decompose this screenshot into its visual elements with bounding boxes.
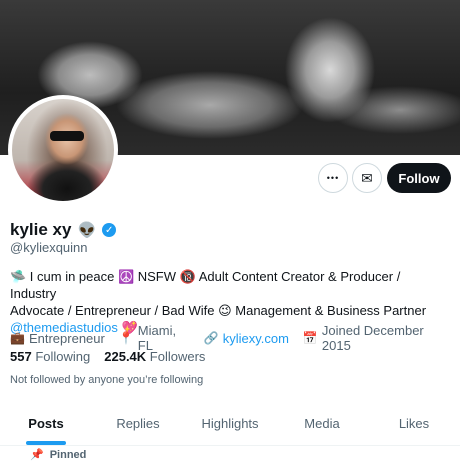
link-icon: 🔗	[203, 331, 219, 345]
category-label: Entrepreneur	[28, 330, 105, 346]
display-name: kylie xy	[10, 220, 72, 239]
following-link[interactable]: 557 Following	[10, 349, 90, 364]
tab-media[interactable]: Media	[276, 405, 368, 445]
profile-tabs: Posts Replies Highlights Media Likes	[0, 405, 460, 446]
sunglasses	[50, 131, 84, 141]
calendar-icon: 📅	[302, 331, 318, 345]
tab-replies[interactable]: Replies	[92, 405, 184, 445]
joined-label: Joined December 2015	[321, 323, 424, 353]
follow-stats: 557 Following 225.4K Followers	[10, 349, 205, 364]
tab-highlights[interactable]: Highlights	[184, 405, 276, 445]
joined-item: 📅 Joined December 2015	[303, 323, 446, 353]
category-item: 💼 Entrepreneur	[10, 331, 105, 346]
location-pin-icon: 📍	[118, 331, 134, 345]
verified-badge-icon[interactable]: ✓	[102, 223, 117, 237]
mutual-followers-note: Not followed by anyone you’re following	[10, 374, 204, 386]
name-row: kylie xy 👽 ✓	[10, 220, 117, 240]
message-button[interactable]: ✉	[352, 163, 382, 193]
alien-icon: 👽	[77, 222, 97, 239]
tab-posts[interactable]: Posts	[0, 405, 92, 445]
bio-line-1: 🛸 I cum in peace ☮️ NSFW 🔞 Adult Content…	[10, 269, 401, 301]
handle: @kyliexquinn	[10, 240, 88, 255]
pinned-indicator: 📌 Pinned	[30, 448, 86, 461]
pinned-label: Pinned	[49, 448, 87, 461]
envelope-icon: ✉	[361, 169, 373, 186]
followers-label: Followers	[149, 349, 206, 364]
bio-line-2: Advocate / Entrepreneur / Bad Wife 😉 Man…	[10, 303, 427, 318]
followers-link[interactable]: 225.4K Followers	[104, 349, 205, 364]
more-icon: •••	[326, 173, 340, 183]
follow-button[interactable]: Follow	[387, 163, 451, 193]
pin-icon: 📌	[30, 449, 44, 461]
briefcase-icon: 💼	[10, 331, 25, 345]
website-link[interactable]: kyliexy.com	[223, 331, 289, 346]
followers-count: 225.4K	[104, 349, 147, 364]
more-options-button[interactable]: •••	[318, 163, 348, 193]
following-count: 557	[10, 349, 32, 364]
tab-likes[interactable]: Likes	[368, 405, 460, 445]
website-item[interactable]: 🔗 kyliexy.com	[204, 331, 289, 346]
profile-avatar[interactable]	[8, 95, 118, 205]
following-label: Following	[35, 349, 91, 364]
